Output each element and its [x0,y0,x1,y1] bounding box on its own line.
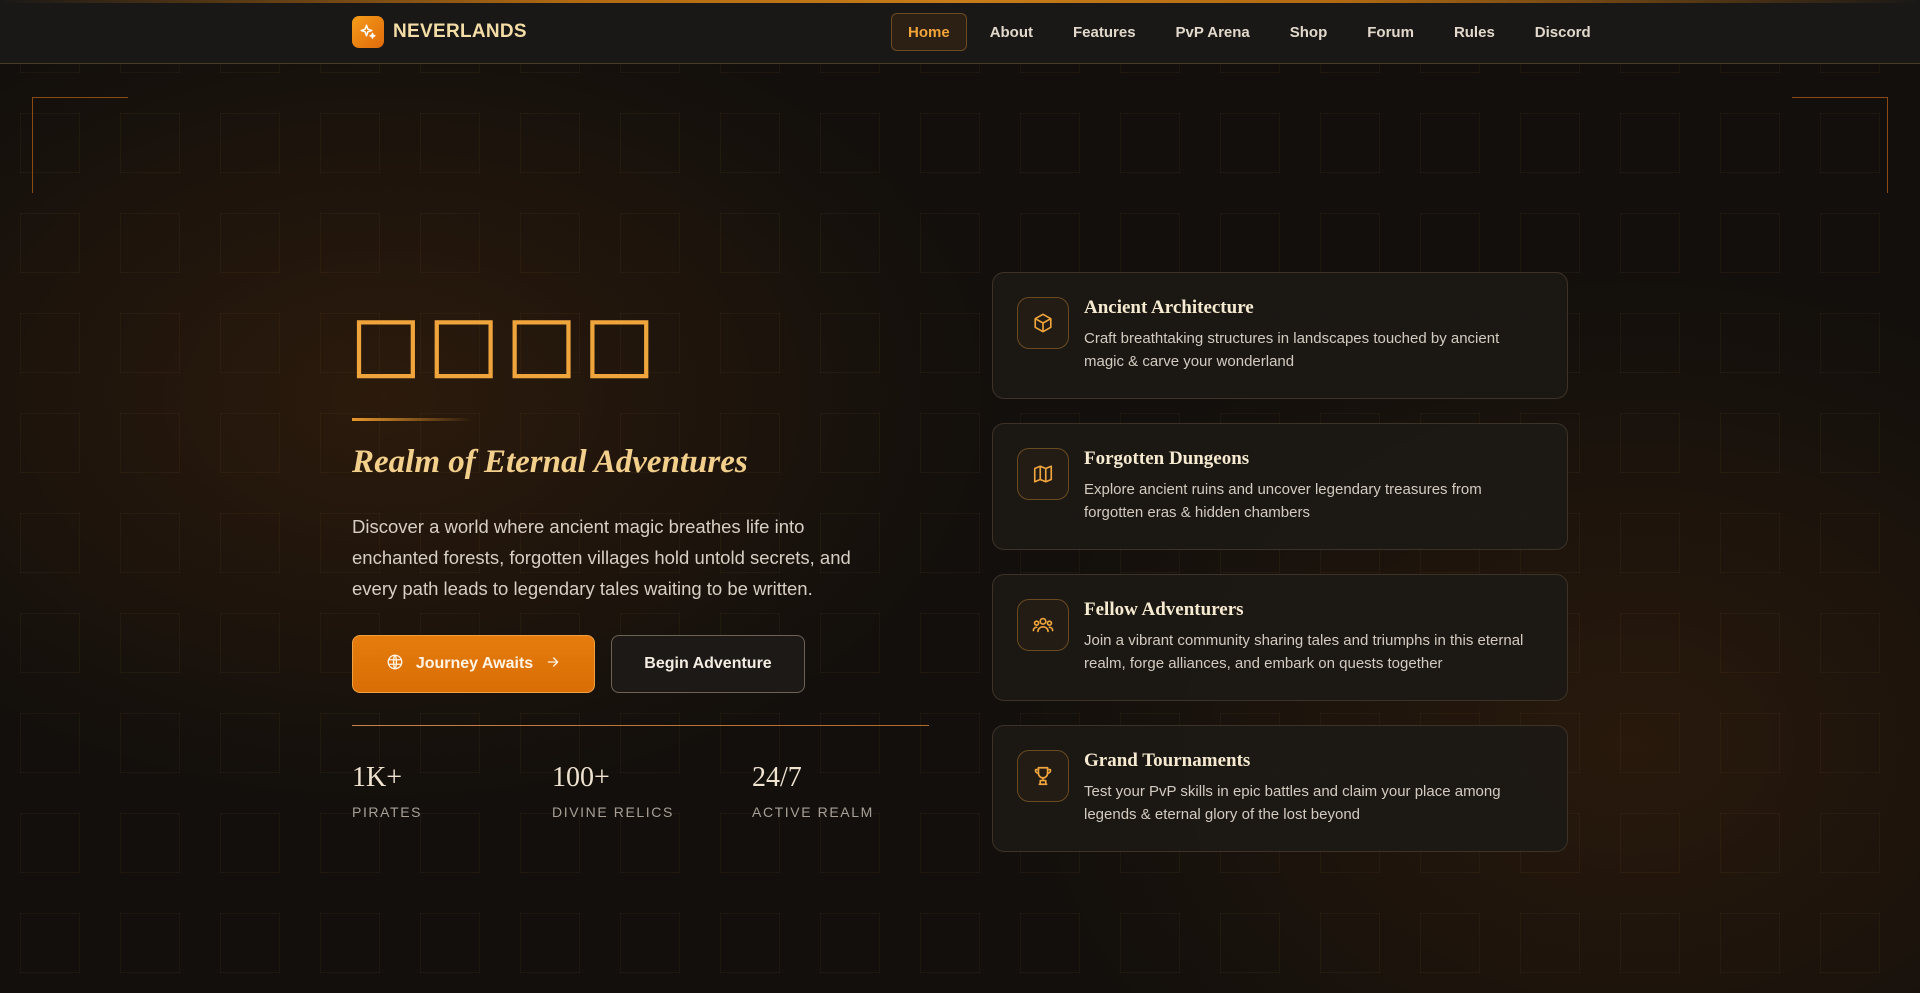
feature-title: Grand Tournaments [1084,750,1251,771]
brand[interactable]: NEVERLANDS [352,16,527,48]
background-grid [0,64,1920,993]
feature-title: Fellow Adventurers [1084,599,1244,620]
cube-icon [1017,297,1069,349]
arrow-right-icon [545,654,561,675]
stat-label: ACTIVE REALM [752,804,874,820]
journey-awaits-button[interactable]: Journey Awaits [352,635,595,693]
nav-home[interactable]: Home [891,13,967,51]
globe-icon [386,653,404,676]
stats-divider [352,725,929,726]
sparkles-icon [352,16,384,48]
hero-subtitle: Realm of Eternal Adventures [352,444,748,480]
nav-shop[interactable]: Shop [1273,13,1345,51]
stat-value: 1K+ [352,762,403,793]
journey-awaits-label: Journey Awaits [415,655,534,672]
main-nav: Home About Features PvP Arena Shop Forum… [891,13,1614,51]
nav-forum[interactable]: Forum [1350,13,1431,51]
nav-features[interactable]: Features [1056,13,1153,51]
feature-title: Ancient Architecture [1084,297,1254,318]
hero-description: Discover a world where ancient magic bre… [352,516,851,599]
stat-value: 100+ [552,762,610,793]
trophy-icon [1017,750,1069,802]
feature-description: Explore ancient ruins and uncover legend… [1084,481,1482,521]
nav-pvp-arena[interactable]: PvP Arena [1159,13,1267,51]
begin-adventure-button[interactable]: Begin Adventure [611,635,805,693]
stat-pirates: 1K+ PIRATES [352,762,422,820]
feature-description: Join a vibrant community sharing tales a… [1084,632,1524,672]
stat-label: DIVINE RELICS [552,804,674,820]
feature-card-dungeons[interactable]: Forgotten Dungeons Explore ancient ruins… [992,423,1568,550]
feature-card-architecture[interactable]: Ancient Architecture Craft breathtaking … [992,272,1568,399]
stat-value: 24/7 [752,762,802,793]
brand-name: NEVERLANDS [393,21,527,42]
users-icon [1017,599,1069,651]
stat-divine-relics: 100+ DIVINE RELICS [552,762,674,820]
feature-description: Test your PvP skills in epic battles and… [1084,783,1501,823]
nav-about[interactable]: About [973,13,1050,51]
nav-rules[interactable]: Rules [1437,13,1512,51]
feature-title: Forgotten Dungeons [1084,448,1250,469]
map-icon [1017,448,1069,500]
feature-card-adventurers[interactable]: Fellow Adventurers Join a vibrant commun… [992,574,1568,701]
nav-discord[interactable]: Discord [1518,13,1608,51]
stat-active-realm: 24/7 ACTIVE REALM [752,762,874,820]
top-navbar: NEVERLANDS Home About Features PvP Arena… [0,0,1920,64]
feature-description: Craft breathtaking structures in landsca… [1084,330,1500,370]
feature-card-tournaments[interactable]: Grand Tournaments Test your PvP skills i… [992,725,1568,852]
stat-label: PIRATES [352,804,423,820]
corner-ornament-right [1792,97,1888,193]
corner-ornament-left [32,97,128,193]
hero-divider [352,418,472,421]
hero-title: □□□□ [350,298,662,387]
